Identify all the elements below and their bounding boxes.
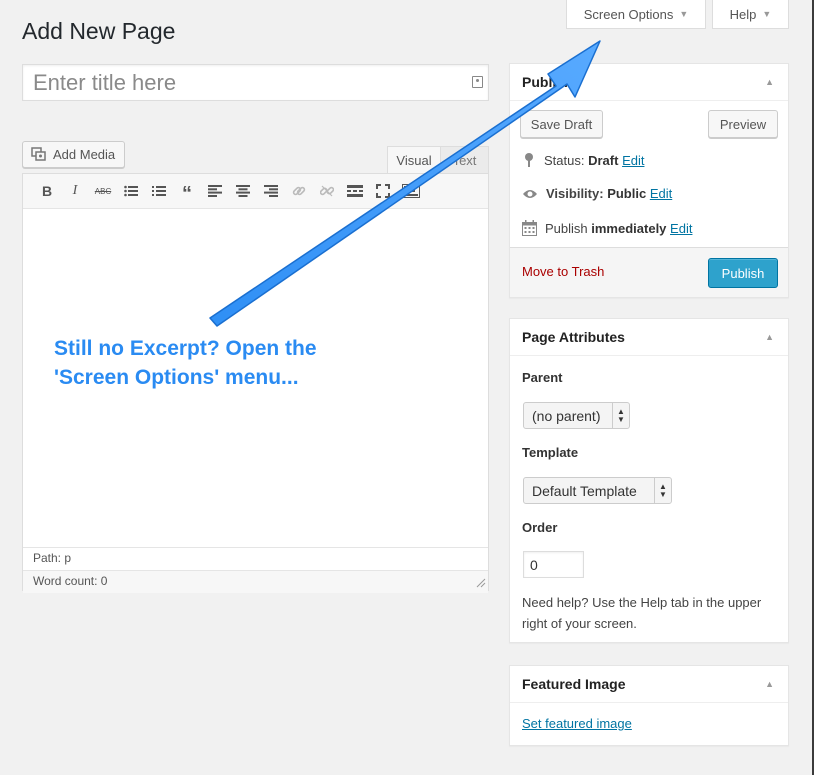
parent-select[interactable]: (no parent) ▲ ▼	[523, 402, 630, 429]
page-attributes-help: Need help? Use the Help tab in the upper…	[522, 595, 762, 631]
collapse-icon[interactable]: ▲	[765, 666, 774, 702]
publish-box: Publish ▲ Save Draft Preview Status: Dra…	[509, 63, 789, 298]
collapse-icon[interactable]: ▲	[765, 64, 774, 100]
add-media-button[interactable]: Add Media	[22, 141, 125, 168]
schedule-row: Publish immediately Edit	[522, 220, 692, 236]
annotation-text: Still no Excerpt? Open the 'Screen Optio…	[54, 337, 317, 389]
vcard-icon	[472, 76, 483, 88]
help-tab[interactable]: Help ▼	[712, 0, 789, 29]
align-left-icon[interactable]	[201, 177, 229, 205]
editor-path: Path: p	[23, 547, 488, 570]
collapse-icon[interactable]: ▲	[765, 319, 774, 355]
word-count: Word count: 0	[23, 570, 488, 593]
tab-visual-label: Visual	[396, 153, 432, 168]
blockquote-icon[interactable]: “	[173, 177, 201, 205]
featured-image-title: Featured Image	[522, 676, 626, 692]
edit-visibility-link[interactable]: Edit	[650, 186, 672, 201]
link-icon[interactable]	[285, 177, 313, 205]
visibility-value: Public	[607, 186, 647, 201]
publish-actions: Move to Trash Publish	[510, 247, 788, 297]
order-input[interactable]: 0	[523, 551, 584, 578]
italic-icon[interactable]: I	[61, 177, 89, 205]
edit-status-link[interactable]: Edit	[622, 153, 644, 168]
media-icon	[31, 147, 46, 161]
parent-value: (no parent)	[532, 407, 601, 424]
visibility-label: Visibility:	[546, 186, 604, 201]
move-to-trash-link[interactable]: Move to Trash	[522, 264, 604, 279]
order-label: Order	[522, 520, 558, 535]
align-right-icon[interactable]	[257, 177, 285, 205]
resize-handle-icon[interactable]	[476, 578, 486, 588]
fullscreen-icon[interactable]	[369, 177, 397, 205]
publish-button[interactable]: Publish	[708, 258, 778, 288]
order-value: 0	[530, 556, 538, 573]
page-title: Add New Page	[22, 18, 176, 44]
edit-schedule-link[interactable]: Edit	[670, 221, 692, 236]
pin-icon	[525, 153, 533, 167]
eye-icon	[523, 189, 537, 198]
tab-text[interactable]: Text	[441, 146, 489, 174]
bullet-list-icon[interactable]	[117, 177, 145, 205]
title-input[interactable]	[23, 65, 473, 100]
featured-image-header[interactable]: Featured Image ▲	[510, 666, 788, 703]
help-label: Help	[729, 6, 757, 22]
page-attributes-header[interactable]: Page Attributes ▲	[510, 319, 788, 356]
publish-label: Publish	[545, 220, 588, 236]
caret-down-icon: ▼	[762, 9, 772, 19]
bold-icon[interactable]: B	[33, 177, 61, 205]
toolbar-toggle-icon[interactable]	[397, 177, 425, 205]
page-attributes-box: Page Attributes ▲ Parent (no parent) ▲ ▼ …	[509, 318, 789, 643]
calendar-icon	[522, 220, 537, 236]
featured-image-box: Featured Image ▲ Set featured image	[509, 665, 789, 746]
tab-text-label: Text	[452, 153, 477, 168]
status-label: Status:	[544, 152, 585, 168]
template-value: Default Template	[532, 482, 637, 499]
align-center-icon[interactable]	[229, 177, 257, 205]
screen-options-label: Screen Options	[583, 6, 674, 22]
tab-visual[interactable]: Visual	[387, 146, 441, 174]
visibility-row: Visibility: Public Edit	[522, 186, 672, 201]
add-media-label: Add Media	[53, 147, 116, 162]
set-featured-image-link[interactable]: Set featured image	[522, 716, 632, 731]
editor-toolbar: B I ABC “	[23, 174, 488, 209]
status-value: Draft	[588, 152, 619, 168]
numbered-list-icon[interactable]	[145, 177, 173, 205]
template-select[interactable]: Default Template ▲ ▼	[523, 477, 672, 504]
screen-options-tab[interactable]: Screen Options ▼	[566, 0, 706, 29]
publish-box-title: Publish	[522, 74, 573, 90]
template-label: Template	[522, 445, 579, 460]
select-arrows-icon: ▲ ▼	[612, 403, 629, 428]
publish-value: immediately	[591, 220, 667, 236]
page-attributes-title: Page Attributes	[522, 329, 625, 345]
preview-label: Preview	[719, 116, 767, 132]
publish-button-label: Publish	[721, 265, 765, 281]
caret-down-icon: ▼	[679, 9, 689, 19]
read-more-icon[interactable]	[341, 177, 369, 205]
publish-box-header[interactable]: Publish ▲	[510, 64, 788, 101]
parent-label: Parent	[522, 370, 563, 385]
unlink-icon[interactable]	[313, 177, 341, 205]
strikethrough-icon[interactable]: ABC	[89, 177, 117, 205]
save-draft-label: Save Draft	[530, 116, 593, 132]
save-draft-button[interactable]: Save Draft	[520, 110, 603, 138]
select-arrows-icon: ▲ ▼	[654, 478, 671, 503]
status-row: Status: Draft Edit	[522, 152, 644, 168]
preview-button[interactable]: Preview	[708, 110, 778, 138]
title-field-wrapper	[22, 64, 489, 101]
